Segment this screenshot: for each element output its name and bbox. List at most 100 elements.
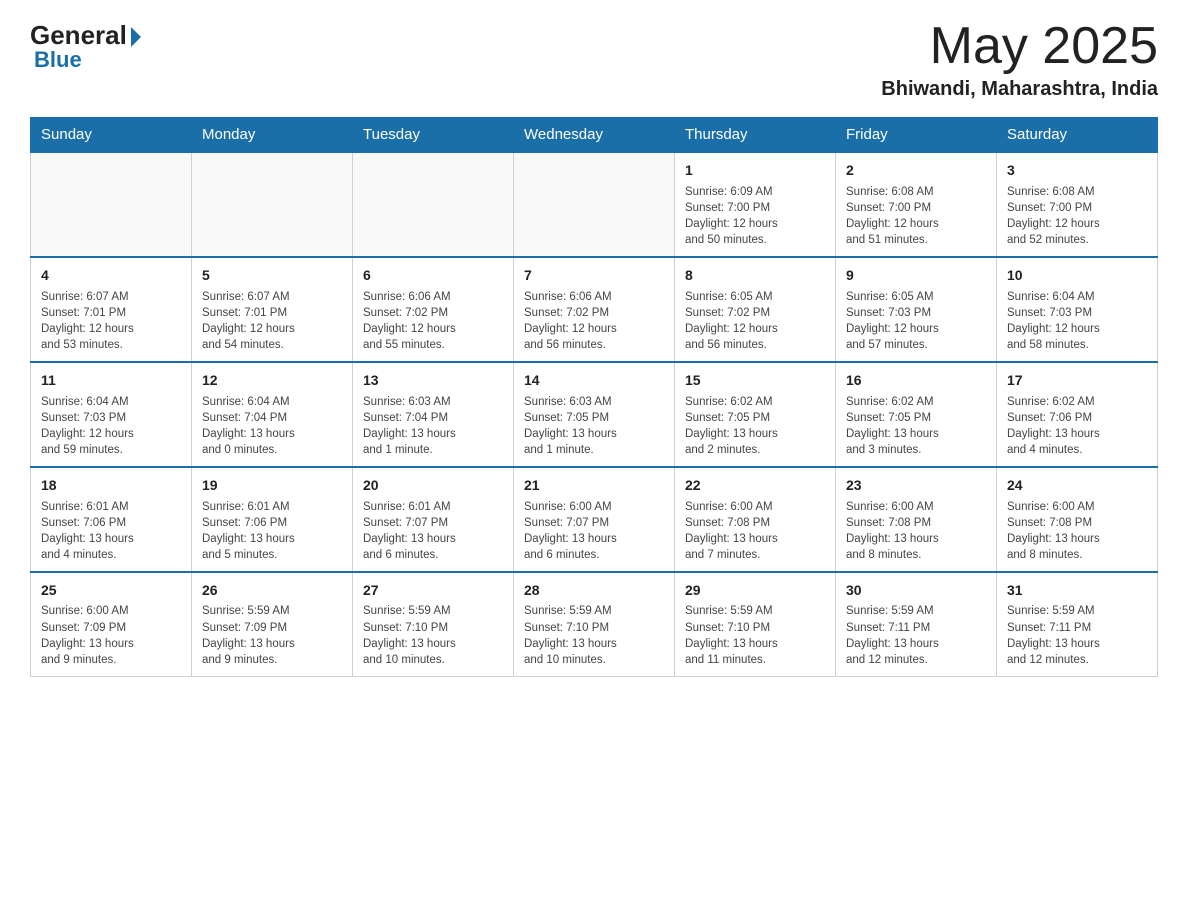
calendar-day-cell: 27Sunrise: 5:59 AM Sunset: 7:10 PM Dayli… [353,572,514,676]
calendar-day-cell: 9 Sunrise: 6:05 AM Sunset: 7:03 PM Daylig… [836,257,997,362]
day-info: Sunrise: 5:59 AM Sunset: 7:09 PM Dayligh… [202,603,342,667]
calendar-day-cell: 14Sunrise: 6:03 AM Sunset: 7:05 PM Dayli… [514,362,675,467]
day-number: 5 [202,266,342,286]
day-info: Sunrise: 6:02 AM Sunset: 7:05 PM Dayligh… [846,394,986,458]
day-info: Sunrise: 6:02 AM Sunset: 7:06 PM Dayligh… [1007,394,1147,458]
day-number: 7 [524,266,664,286]
calendar-day-cell: 2Sunrise: 6:08 AM Sunset: 7:00 PM Daylig… [836,152,997,257]
calendar-day-cell [192,152,353,257]
calendar-day-cell: 3Sunrise: 6:08 AM Sunset: 7:00 PM Daylig… [997,152,1158,257]
day-info: Sunrise: 5:59 AM Sunset: 7:10 PM Dayligh… [524,603,664,667]
day-number: 16 [846,371,986,391]
day-number: 22 [685,476,825,496]
day-info: Sunrise: 6:04 AM Sunset: 7:03 PM Dayligh… [1007,289,1147,353]
calendar-table: SundayMondayTuesdayWednesdayThursdayFrid… [30,117,1158,677]
calendar-day-cell: 22 Sunrise: 6:00 AM Sunset: 7:08 PM Dayli… [675,467,836,572]
day-number: 29 [685,581,825,601]
calendar-day-cell: 13 Sunrise: 6:03 AM Sunset: 7:04 PM Dayli… [353,362,514,467]
day-info: Sunrise: 5:59 AM Sunset: 7:10 PM Dayligh… [363,603,503,667]
calendar-day-cell: 1 Sunrise: 6:09 AM Sunset: 7:00 PM Daylig… [675,152,836,257]
calendar-week-row: 4 Sunrise: 6:07 AM Sunset: 7:01 PM Daylig… [31,257,1158,362]
day-info: Sunrise: 6:09 AM Sunset: 7:00 PM Dayligh… [685,184,825,248]
calendar-day-cell: 25Sunrise: 6:00 AM Sunset: 7:09 PM Dayli… [31,572,192,676]
calendar-day-cell: 5Sunrise: 6:07 AM Sunset: 7:01 PM Daylig… [192,257,353,362]
day-info: Sunrise: 6:04 AM Sunset: 7:03 PM Dayligh… [41,394,181,458]
day-number: 8 [685,266,825,286]
calendar-day-cell: 10 Sunrise: 6:04 AM Sunset: 7:03 PM Dayli… [997,257,1158,362]
calendar-day-cell: 21 Sunrise: 6:00 AM Sunset: 7:07 PM Dayli… [514,467,675,572]
calendar-week-row: 1 Sunrise: 6:09 AM Sunset: 7:00 PM Daylig… [31,152,1158,257]
day-info: Sunrise: 6:05 AM Sunset: 7:03 PM Dayligh… [846,289,986,353]
day-info: Sunrise: 6:07 AM Sunset: 7:01 PM Dayligh… [41,289,181,353]
day-number: 10 [1007,266,1147,286]
title-block: May 2025 Bhiwandi, Maharashtra, India [881,20,1158,101]
day-info: Sunrise: 6:00 AM Sunset: 7:09 PM Dayligh… [41,603,181,667]
calendar-day-cell: 31Sunrise: 5:59 AM Sunset: 7:11 PM Dayli… [997,572,1158,676]
day-info: Sunrise: 6:05 AM Sunset: 7:02 PM Dayligh… [685,289,825,353]
day-info: Sunrise: 6:01 AM Sunset: 7:06 PM Dayligh… [41,499,181,563]
day-info: Sunrise: 5:59 AM Sunset: 7:11 PM Dayligh… [1007,603,1147,667]
calendar-day-cell: 23Sunrise: 6:00 AM Sunset: 7:08 PM Dayli… [836,467,997,572]
day-info: Sunrise: 6:00 AM Sunset: 7:07 PM Dayligh… [524,499,664,563]
calendar-header-row: SundayMondayTuesdayWednesdayThursdayFrid… [31,118,1158,153]
calendar-day-cell [353,152,514,257]
calendar-day-cell: 16 Sunrise: 6:02 AM Sunset: 7:05 PM Dayli… [836,362,997,467]
calendar-day-cell: 8 Sunrise: 6:05 AM Sunset: 7:02 PM Daylig… [675,257,836,362]
calendar-day-cell: 12Sunrise: 6:04 AM Sunset: 7:04 PM Dayli… [192,362,353,467]
day-number: 23 [846,476,986,496]
day-number: 19 [202,476,342,496]
logo: General Blue [30,20,141,73]
calendar-day-cell: 18 Sunrise: 6:01 AM Sunset: 7:06 PM Dayli… [31,467,192,572]
calendar-week-row: 18 Sunrise: 6:01 AM Sunset: 7:06 PM Dayli… [31,467,1158,572]
calendar-day-cell: 7Sunrise: 6:06 AM Sunset: 7:02 PM Daylig… [514,257,675,362]
calendar-day-cell: 29Sunrise: 5:59 AM Sunset: 7:10 PM Dayli… [675,572,836,676]
day-number: 20 [363,476,503,496]
day-number: 30 [846,581,986,601]
day-number: 18 [41,476,181,496]
day-info: Sunrise: 6:03 AM Sunset: 7:05 PM Dayligh… [524,394,664,458]
day-number: 25 [41,581,181,601]
day-number: 15 [685,371,825,391]
day-info: Sunrise: 6:00 AM Sunset: 7:08 PM Dayligh… [685,499,825,563]
day-number: 4 [41,266,181,286]
calendar-day-cell: 30Sunrise: 5:59 AM Sunset: 7:11 PM Dayli… [836,572,997,676]
day-number: 9 [846,266,986,286]
day-of-week-header: Sunday [31,118,192,153]
day-number: 1 [685,161,825,181]
calendar-day-cell: 17 Sunrise: 6:02 AM Sunset: 7:06 PM Dayli… [997,362,1158,467]
day-number: 26 [202,581,342,601]
day-info: Sunrise: 6:08 AM Sunset: 7:00 PM Dayligh… [846,184,986,248]
day-number: 24 [1007,476,1147,496]
logo-arrow-icon [131,27,141,47]
day-info: Sunrise: 6:03 AM Sunset: 7:04 PM Dayligh… [363,394,503,458]
calendar-day-cell [514,152,675,257]
day-number: 12 [202,371,342,391]
day-of-week-header: Wednesday [514,118,675,153]
day-info: Sunrise: 6:02 AM Sunset: 7:05 PM Dayligh… [685,394,825,458]
day-info: Sunrise: 6:01 AM Sunset: 7:07 PM Dayligh… [363,499,503,563]
day-info: Sunrise: 6:06 AM Sunset: 7:02 PM Dayligh… [363,289,503,353]
calendar-day-cell: 28Sunrise: 5:59 AM Sunset: 7:10 PM Dayli… [514,572,675,676]
day-info: Sunrise: 6:01 AM Sunset: 7:06 PM Dayligh… [202,499,342,563]
day-number: 17 [1007,371,1147,391]
location-title: Bhiwandi, Maharashtra, India [881,78,1158,101]
logo-blue-text: Blue [30,47,82,73]
day-number: 13 [363,371,503,391]
day-number: 11 [41,371,181,391]
calendar-day-cell: 20 Sunrise: 6:01 AM Sunset: 7:07 PM Dayli… [353,467,514,572]
calendar-day-cell [31,152,192,257]
day-info: Sunrise: 6:00 AM Sunset: 7:08 PM Dayligh… [1007,499,1147,563]
month-title: May 2025 [881,20,1158,72]
day-number: 27 [363,581,503,601]
day-number: 21 [524,476,664,496]
day-info: Sunrise: 6:08 AM Sunset: 7:00 PM Dayligh… [1007,184,1147,248]
calendar-week-row: 11 Sunrise: 6:04 AM Sunset: 7:03 PM Dayli… [31,362,1158,467]
day-number: 28 [524,581,664,601]
calendar-day-cell: 24 Sunrise: 6:00 AM Sunset: 7:08 PM Dayli… [997,467,1158,572]
page-header: General Blue May 2025 Bhiwandi, Maharash… [30,20,1158,101]
calendar-day-cell: 19 Sunrise: 6:01 AM Sunset: 7:06 PM Dayli… [192,467,353,572]
day-of-week-header: Thursday [675,118,836,153]
day-number: 31 [1007,581,1147,601]
calendar-day-cell: 11 Sunrise: 6:04 AM Sunset: 7:03 PM Dayli… [31,362,192,467]
day-info: Sunrise: 5:59 AM Sunset: 7:11 PM Dayligh… [846,603,986,667]
